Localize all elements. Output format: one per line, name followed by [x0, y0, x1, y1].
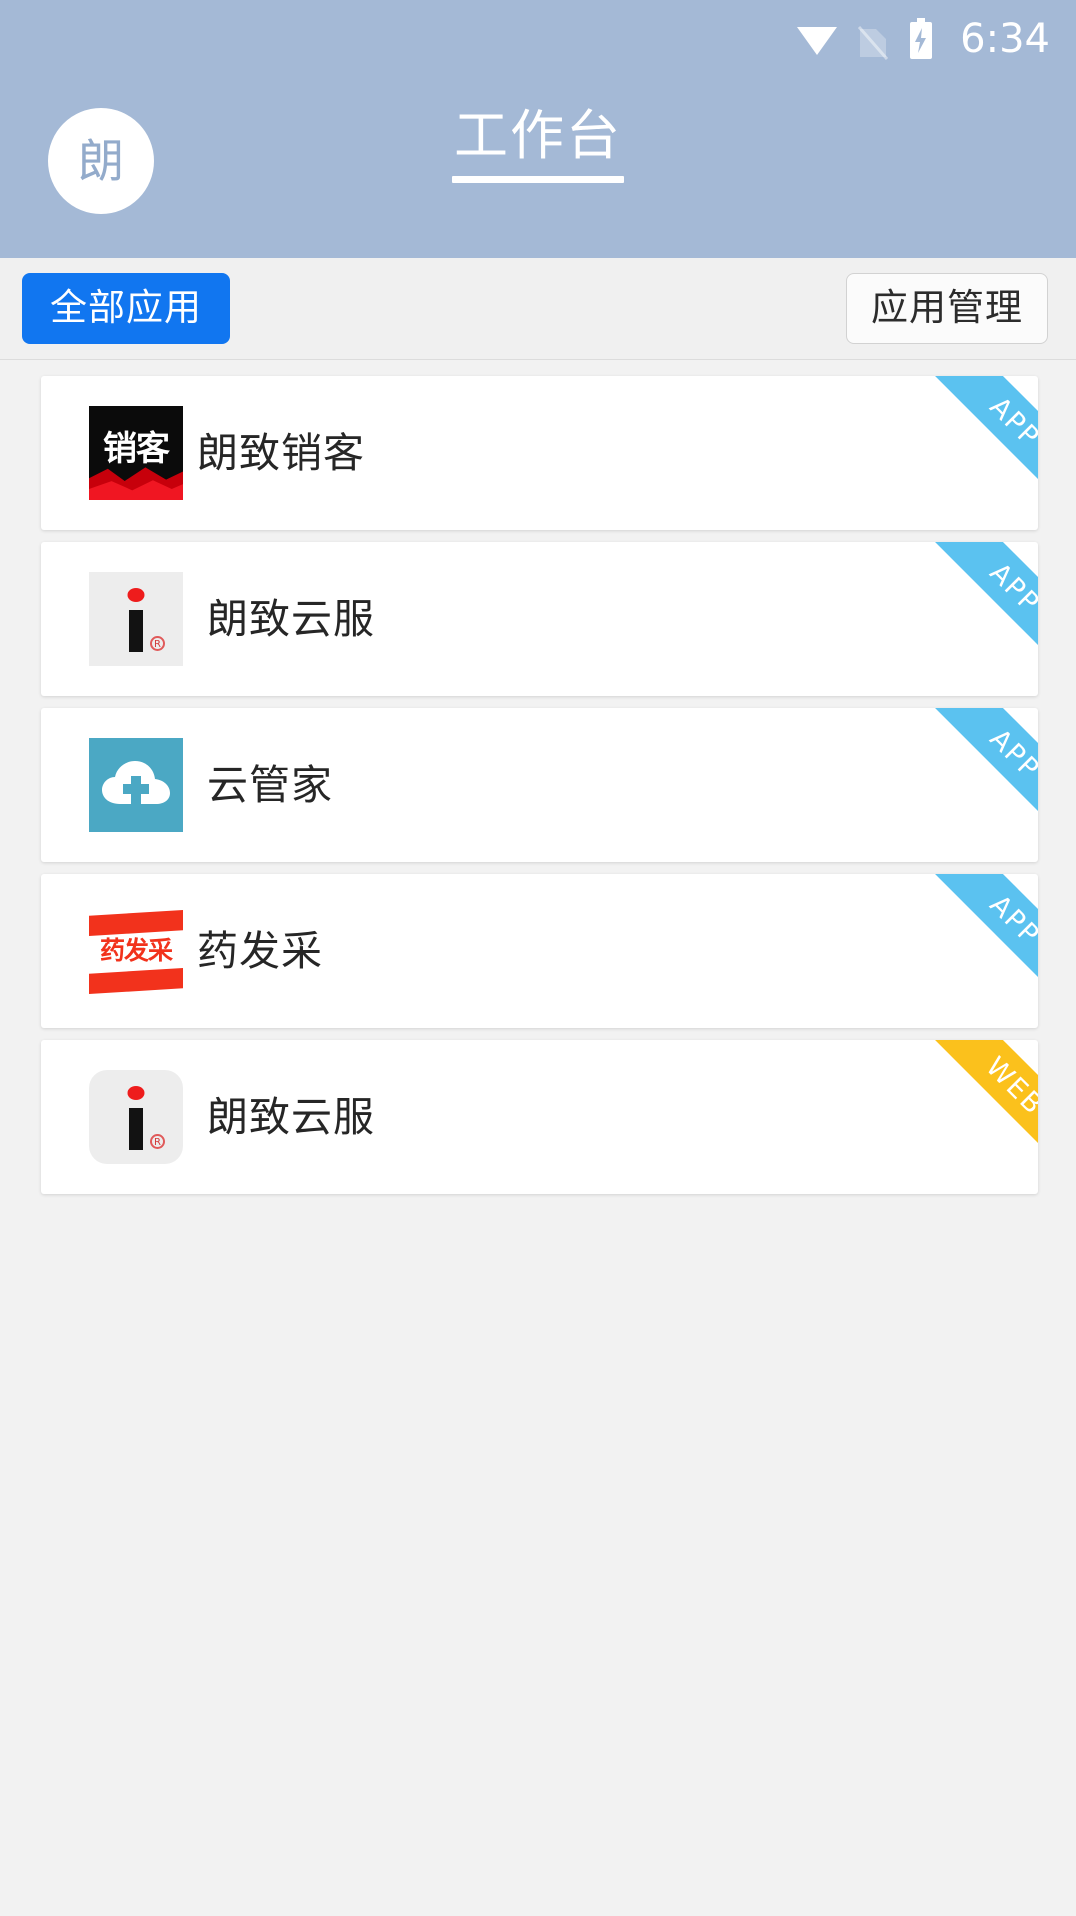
- langzhi-i-icon: R: [89, 572, 183, 666]
- app-name: 药发采: [197, 926, 323, 975]
- all-apps-button[interactable]: 全部应用: [22, 273, 230, 344]
- i-icon-stem: [129, 1108, 143, 1150]
- ribbon-band: APP: [930, 874, 1038, 994]
- app-name: 云管家: [207, 760, 333, 809]
- app-card-yaofacai[interactable]: 药发采 药发采 APP: [41, 874, 1038, 1028]
- registered-mark-icon: R: [150, 636, 165, 651]
- yaofacai-icon-text: 药发采: [99, 936, 173, 965]
- registered-mark-icon: R: [150, 1134, 165, 1149]
- ribbon-band: APP: [930, 708, 1038, 828]
- app-type-ribbon: APP: [918, 874, 1038, 994]
- battery-charging-icon: [908, 18, 934, 60]
- yaofacai-icon: 药发采: [89, 904, 183, 998]
- no-sim-icon: [856, 19, 890, 60]
- filter-bar: 全部应用 应用管理: [0, 258, 1076, 360]
- xiaoke-icon: 销客: [89, 406, 183, 500]
- ribbon-band: WEB: [930, 1040, 1038, 1160]
- app-name: 朗致云服: [207, 594, 375, 643]
- app-type-ribbon: APP: [918, 542, 1038, 662]
- ribbon-label: APP: [983, 390, 1038, 454]
- yaofacai-icon-band-top: [89, 910, 183, 936]
- app-card-yunfu-web[interactable]: R 朗致云服 WEB: [41, 1040, 1038, 1194]
- ribbon-band: APP: [930, 542, 1038, 662]
- app-bar: 朗 工作台: [0, 78, 1076, 258]
- app-type-ribbon: WEB: [918, 1040, 1038, 1160]
- status-icon-group: 6:34: [796, 16, 1050, 62]
- app-name: 朗致销客: [197, 428, 365, 477]
- ribbon-label: WEB: [979, 1050, 1038, 1122]
- i-icon-dot: [127, 588, 145, 602]
- app-type-ribbon: APP: [918, 708, 1038, 828]
- title-underline: [452, 176, 624, 184]
- app-name: 朗致云服: [207, 1092, 375, 1141]
- ribbon-label: APP: [983, 888, 1038, 952]
- i-icon-dot: [127, 1086, 145, 1100]
- ribbon-band: APP: [930, 376, 1038, 496]
- page-title: 工作台: [454, 104, 622, 167]
- xiaoke-icon-text: 销客: [103, 429, 170, 469]
- cloud-plus-icon: [89, 738, 183, 832]
- ribbon-label: APP: [983, 556, 1038, 620]
- page-title-group: 工作台: [0, 104, 1076, 184]
- app-card-yunfu-app[interactable]: R 朗致云服 APP: [41, 542, 1038, 696]
- ribbon-label: APP: [983, 722, 1038, 786]
- app-type-ribbon: APP: [918, 376, 1038, 496]
- wifi-icon: [796, 22, 838, 56]
- yaofacai-icon-band-bottom: [89, 968, 183, 994]
- langzhi-i-icon: R: [89, 1070, 183, 1164]
- app-list: 销客 朗致销客 APP R 朗致云服 APP 云管家 APP 药发采 药发采 A…: [0, 360, 1076, 1194]
- status-bar: 6:34: [0, 0, 1076, 78]
- app-management-button[interactable]: 应用管理: [846, 273, 1048, 344]
- status-time: 6:34: [960, 16, 1050, 62]
- app-card-yunguanjia[interactable]: 云管家 APP: [41, 708, 1038, 862]
- app-card-xiaoke[interactable]: 销客 朗致销客 APP: [41, 376, 1038, 530]
- i-icon-stem: [129, 610, 143, 652]
